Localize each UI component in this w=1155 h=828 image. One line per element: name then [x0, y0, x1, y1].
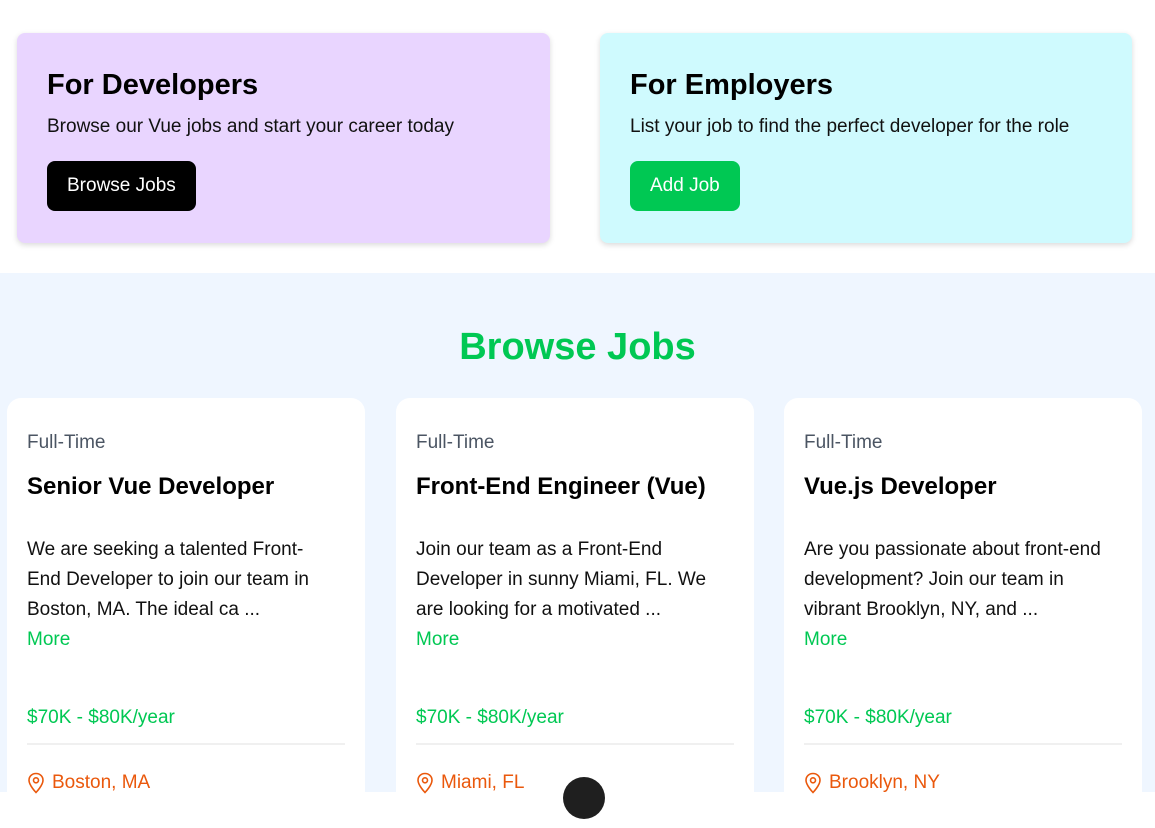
job-description: We are seeking a talented Front-End Deve… [27, 535, 337, 655]
job-location-text: Brooklyn, NY [829, 772, 940, 793]
more-button[interactable]: More [416, 625, 726, 655]
job-card: Full-Time Front-End Engineer (Vue) Join … [396, 398, 754, 828]
employers-card-description: List your job to find the perfect develo… [630, 116, 1070, 137]
job-description-text: Join our team as a Front-End Developer i… [416, 539, 707, 620]
job-description-text: We are seeking a talented Front-End Deve… [27, 539, 309, 620]
job-salary: $70K - $80K/year [27, 707, 175, 728]
developers-card: For Developers Browse our Vue jobs and s… [17, 33, 550, 243]
more-button[interactable]: More [27, 625, 337, 655]
employers-card: For Employers List your job to find the … [600, 33, 1132, 243]
job-salary: $70K - $80K/year [804, 707, 952, 728]
map-pin-icon [417, 772, 433, 794]
divider [804, 743, 1122, 745]
job-type: Full-Time [27, 432, 106, 453]
job-location: Miami, FL [416, 771, 524, 795]
employers-card-title: For Employers [630, 69, 834, 101]
map-pin-icon [805, 772, 821, 794]
job-location-text: Boston, MA [52, 772, 151, 793]
add-job-button[interactable]: Add Job [630, 161, 740, 211]
more-button[interactable]: More [804, 625, 1114, 655]
job-location: Brooklyn, NY [804, 771, 940, 795]
job-type: Full-Time [804, 432, 883, 453]
browse-jobs-button[interactable]: Browse Jobs [47, 161, 196, 211]
job-description-text: Are you passionate about front-end devel… [804, 539, 1101, 620]
developers-card-description: Browse our Vue jobs and start your caree… [47, 116, 454, 137]
job-description: Join our team as a Front-End Developer i… [416, 535, 726, 655]
job-location-text: Miami, FL [441, 772, 525, 793]
job-salary: $70K - $80K/year [416, 707, 564, 728]
devtools-toggle-button[interactable] [563, 777, 605, 819]
developers-card-title: For Developers [47, 69, 259, 101]
job-card: Full-Time Senior Vue Developer We are se… [7, 398, 365, 828]
job-title: Senior Vue Developer [27, 473, 275, 500]
job-title: Vue.js Developer [804, 473, 997, 500]
divider [416, 743, 734, 745]
job-description: Are you passionate about front-end devel… [804, 535, 1114, 655]
job-type: Full-Time [416, 432, 495, 453]
job-listings-section: Browse Jobs Full-Time Senior Vue Develop… [0, 273, 1155, 828]
divider [27, 743, 345, 745]
job-card: Full-Time Vue.js Developer Are you passi… [784, 398, 1142, 828]
job-title: Front-End Engineer (Vue) [416, 473, 706, 500]
map-pin-icon [28, 772, 44, 794]
browse-jobs-heading: Browse Jobs [459, 326, 696, 368]
hero-section: For Developers Browse our Vue jobs and s… [0, 0, 1155, 273]
job-location: Boston, MA [27, 771, 150, 795]
